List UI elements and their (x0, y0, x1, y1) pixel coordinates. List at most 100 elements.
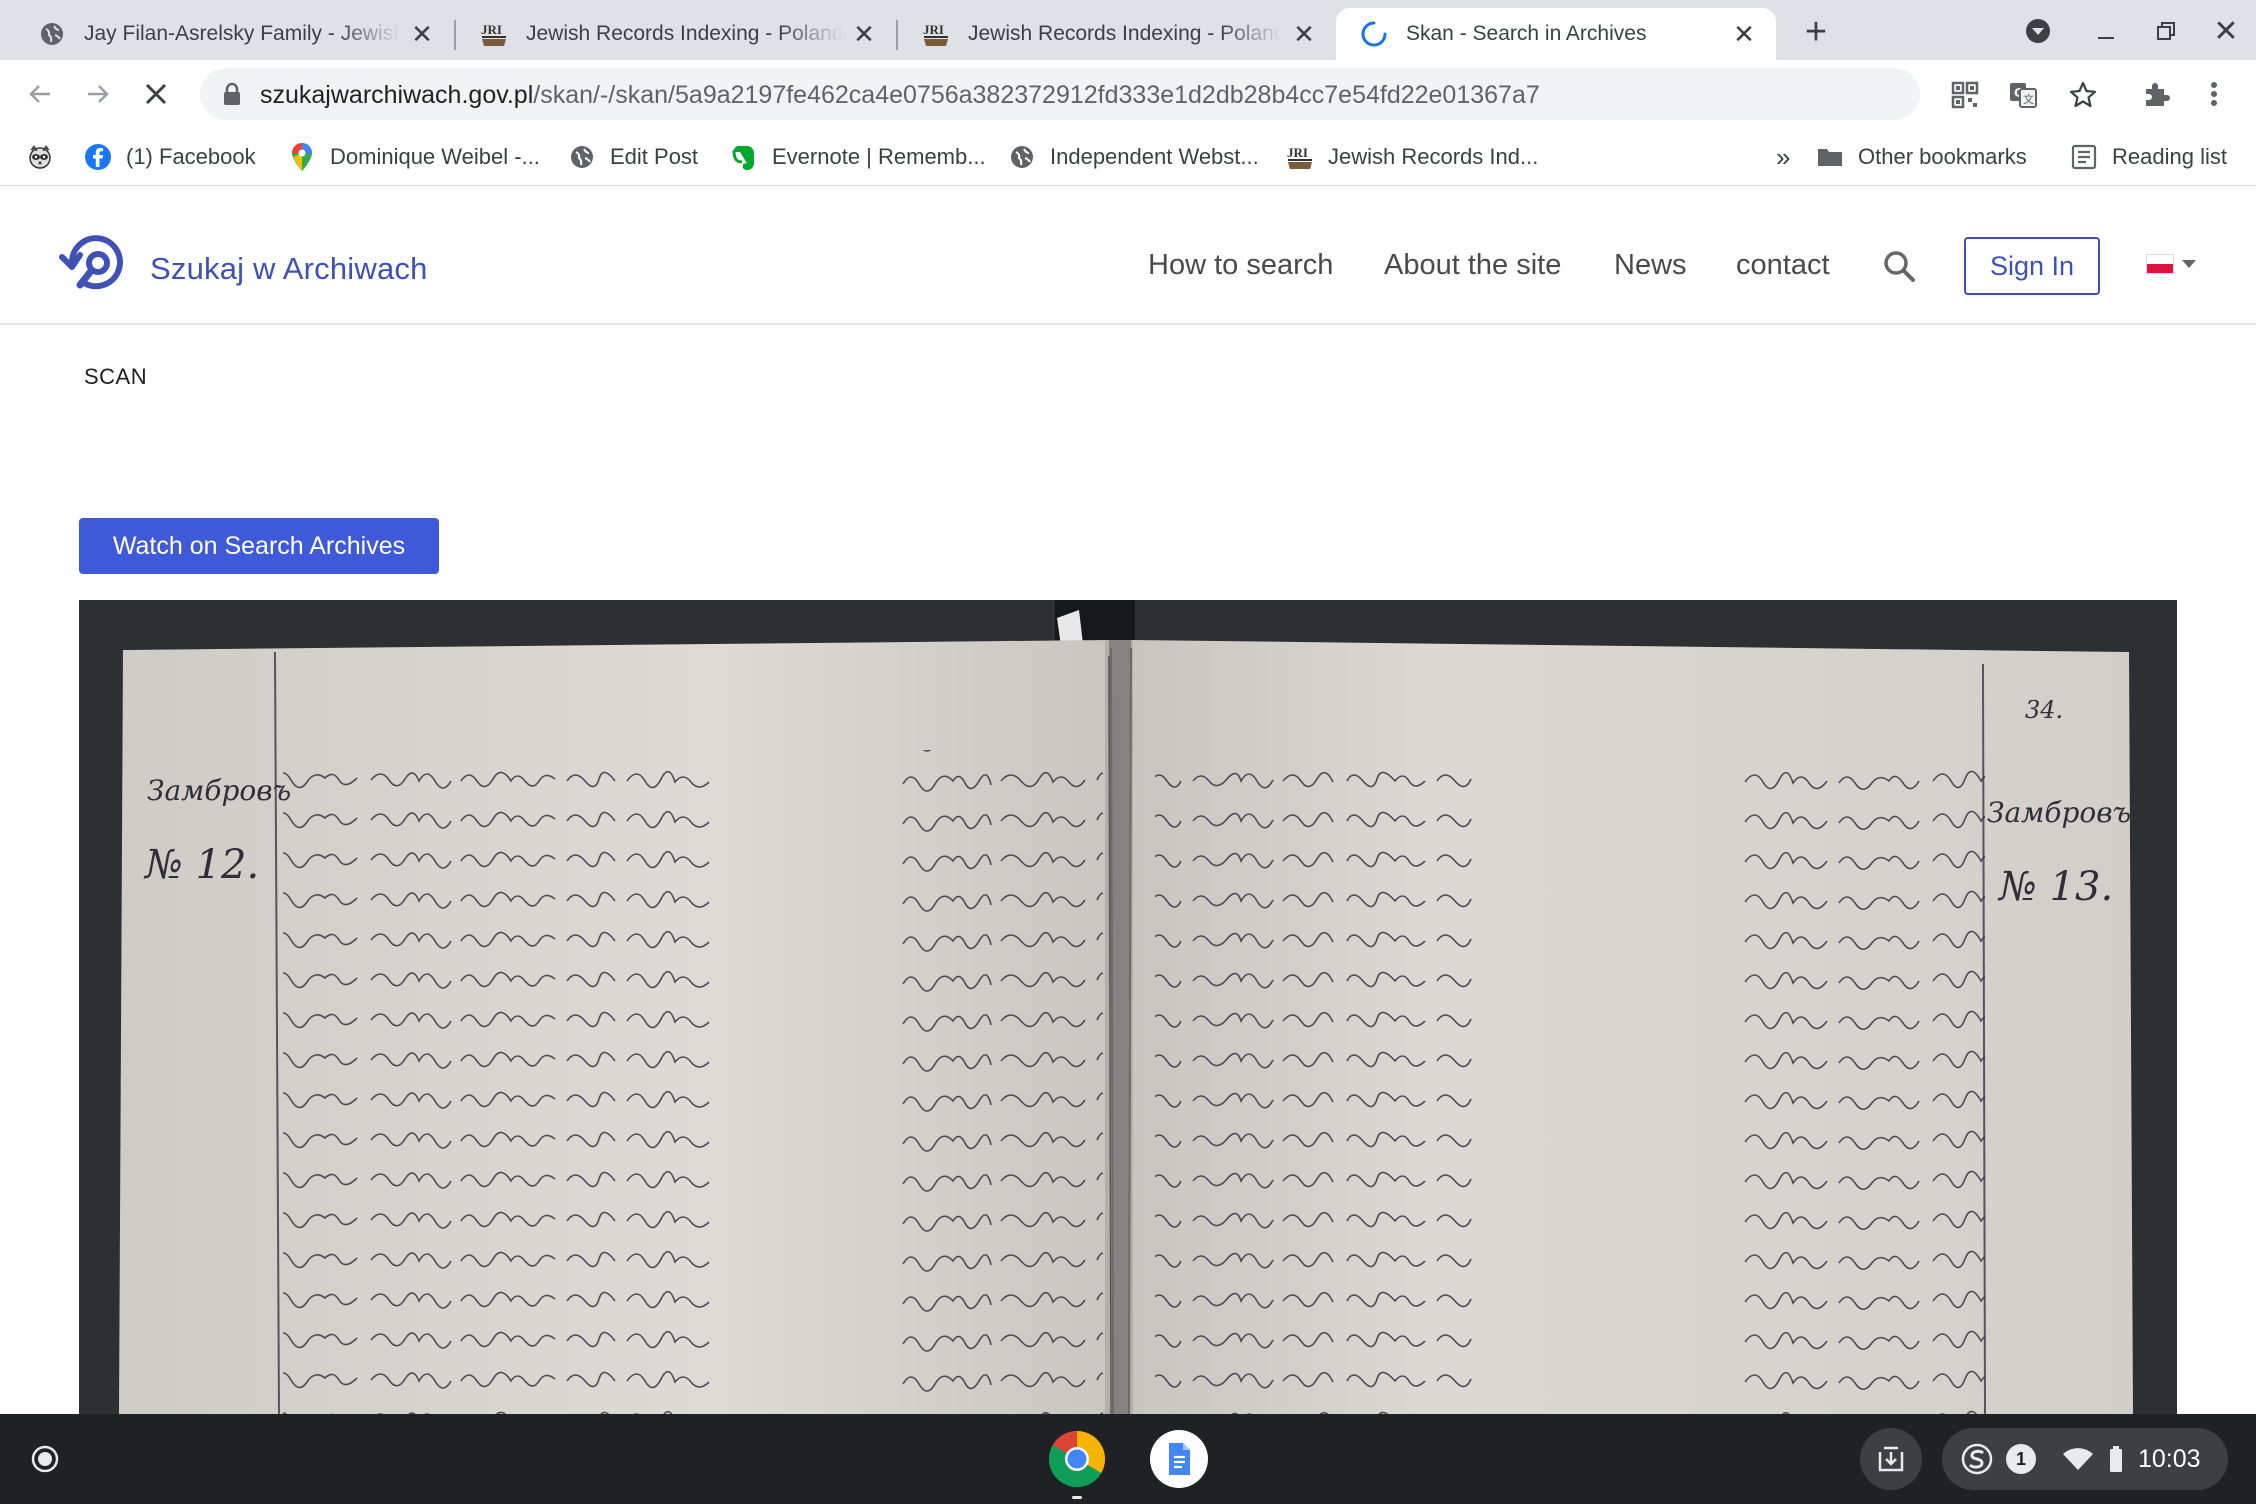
watch-on-search-archives-button[interactable]: Watch on Search Archives (79, 518, 439, 574)
close-window-icon[interactable]: ✕ (2206, 12, 2246, 50)
jri-icon: JRI (480, 20, 508, 48)
nav-news[interactable]: News (1614, 249, 1687, 282)
qr-code-icon[interactable] (1948, 78, 1982, 112)
loading-spinner-icon (1360, 20, 1388, 48)
raccoon-icon (26, 143, 54, 171)
bookmark-label: Edit Post (610, 144, 699, 169)
scan-left-record-number: № 12. (143, 842, 259, 888)
restore-icon[interactable] (2146, 12, 2186, 50)
reading-list-icon (2070, 143, 2098, 171)
tab-jri-2[interactable]: JRI Jewish Records Indexing - Poland ✕ (898, 8, 1336, 60)
bookmark-edit-post[interactable]: Edit Post (568, 140, 698, 174)
stylus-s-icon (1960, 1442, 1994, 1476)
site-header: Szukaj w Archiwach How to search About t… (0, 187, 2256, 325)
facebook-icon (84, 143, 112, 171)
status-tray[interactable]: 1 10:03 (1942, 1428, 2228, 1490)
google-docs-app-icon[interactable] (1148, 1428, 1210, 1490)
scan-page-number: 34. (2025, 696, 2063, 724)
back-arrow-icon[interactable] (18, 72, 62, 116)
scan-viewer[interactable]: Замбровъ № 12. Замбровъ № 13. 34. (79, 600, 2177, 1414)
scan-right-record-number: № 13. (1997, 864, 2113, 910)
extensions-puzzle-icon[interactable] (2138, 76, 2174, 112)
jri-icon: JRI (1286, 143, 1314, 171)
nav-contact[interactable]: contact (1736, 249, 1830, 282)
bookmark-raccoon[interactable] (26, 140, 68, 174)
minimize-icon[interactable] (2086, 12, 2126, 50)
search-icon[interactable] (1880, 247, 1918, 285)
svg-text:JRI: JRI (1287, 145, 1308, 160)
maps-pin-icon (288, 143, 316, 171)
svg-text:文: 文 (2023, 92, 2034, 106)
bookmark-evernote[interactable]: Evernote | Rememb... (730, 140, 986, 174)
globe-icon (1008, 143, 1036, 171)
notification-count-badge: 1 (2006, 1444, 2036, 1474)
poland-flag-icon (2146, 254, 2174, 274)
close-tab-icon[interactable]: ✕ (1290, 19, 1318, 49)
battery-icon (2108, 1445, 2124, 1473)
tab-title: Skan - Search in Archives (1406, 22, 1647, 45)
bookmark-jewish-records[interactable]: JRI Jewish Records Ind... (1286, 140, 1538, 174)
reading-list-label: Reading list (2112, 144, 2227, 169)
bookmark-label: Dominique Weibel -... (330, 144, 540, 169)
folder-icon (1816, 143, 1844, 171)
chromeos-shelf: 1 10:03 (0, 1414, 2256, 1504)
bookmark-facebook[interactable]: (1) Facebook (84, 140, 256, 174)
launcher-icon[interactable] (24, 1438, 66, 1480)
running-app-indicator (1072, 1496, 1082, 1499)
scan-right-margin-place: Замбровъ (1987, 796, 2131, 829)
stop-loading-icon[interactable] (134, 72, 178, 116)
tab-title: Jewish Records Indexing - Poland (968, 22, 1282, 45)
browser-toolbar: szukajwarchiwach.gov.pl/skan/-/skan/5a9a… (0, 60, 2256, 128)
close-tab-icon[interactable]: ✕ (1730, 19, 1758, 49)
bookmarks-bar: (1) Facebook Dominique Weibel -... Edit … (0, 128, 2256, 186)
holding-space-icon[interactable] (1860, 1428, 1922, 1490)
url-text[interactable]: szukajwarchiwach.gov.pl/skan/-/skan/5a9a… (260, 81, 1540, 110)
sign-in-button[interactable]: Sign In (1964, 237, 2100, 295)
language-selector[interactable] (2146, 254, 2196, 274)
close-tab-icon[interactable]: ✕ (850, 19, 878, 49)
system-clock: 10:03 (2138, 1444, 2201, 1473)
address-bar[interactable]: szukajwarchiwach.gov.pl/skan/-/skan/5a9a… (200, 68, 2097, 120)
nav-how-to-search[interactable]: How to search (1148, 249, 1333, 282)
new-tab-button[interactable]: + (1796, 11, 1836, 53)
url-path: /skan/-/skan/5a9a2197fe462ca4e0756a38237… (533, 81, 1540, 109)
site-logo-text: Szukaj w Archiwach (150, 250, 428, 286)
translate-icon[interactable]: G文 (2006, 78, 2040, 112)
bookmark-independent-webst[interactable]: Independent Webst... (1008, 140, 1259, 174)
lock-icon[interactable] (222, 82, 242, 111)
other-bookmarks-label: Other bookmarks (1858, 144, 2027, 169)
site-logo[interactable]: Szukaj w Archiwach (58, 231, 428, 306)
globe-icon (568, 143, 596, 171)
page-title: SCAN (84, 364, 148, 389)
other-bookmarks[interactable]: Other bookmarks (1816, 140, 2027, 174)
close-tab-icon[interactable]: ✕ (408, 19, 436, 49)
bookmark-label: Evernote | Rememb... (772, 144, 986, 169)
tab-search-icon[interactable] (2018, 12, 2058, 50)
bookmark-star-icon[interactable] (2066, 78, 2100, 112)
scan-left-margin-place: Замбровъ (147, 774, 291, 807)
tab-jri-1[interactable]: JRI Jewish Records Indexing - Poland ✕ (456, 8, 896, 60)
jri-icon: JRI (922, 20, 950, 48)
tab-title: Jewish Records Indexing - Poland (526, 22, 842, 45)
nav-about-the-site[interactable]: About the site (1384, 249, 1561, 282)
bookmark-label: Independent Webst... (1050, 144, 1259, 169)
chrome-app-icon[interactable] (1046, 1428, 1108, 1490)
more-menu-icon[interactable] (2196, 76, 2232, 112)
caret-down-icon (2182, 260, 2196, 268)
globe-icon (38, 20, 66, 48)
bookmark-label: (1) Facebook (126, 144, 256, 169)
svg-text:JRI: JRI (923, 22, 944, 37)
wifi-icon (2062, 1446, 2094, 1472)
forward-arrow-icon[interactable] (76, 72, 120, 116)
url-host: szukajwarchiwach.gov.pl (260, 81, 534, 109)
evernote-icon (730, 143, 758, 171)
archive-search-logo-icon (58, 231, 136, 306)
tab-strip: Jay Filan-Asrelsky Family - Jewish Recor… (0, 0, 2256, 60)
reading-list[interactable]: Reading list (2070, 140, 2227, 174)
bookmarks-overflow-chevron[interactable]: » (1776, 140, 1790, 174)
bookmark-label: Jewish Records Ind... (1328, 144, 1539, 169)
tab-title: Jay Filan-Asrelsky Family - Jewish Recor… (84, 22, 400, 45)
bookmark-dominique-weibel[interactable]: Dominique Weibel -... (288, 140, 540, 174)
tab-jay-filan[interactable]: Jay Filan-Asrelsky Family - Jewish Recor… (14, 8, 454, 60)
tab-skan-active[interactable]: Skan - Search in Archives ✕ (1336, 8, 1776, 60)
